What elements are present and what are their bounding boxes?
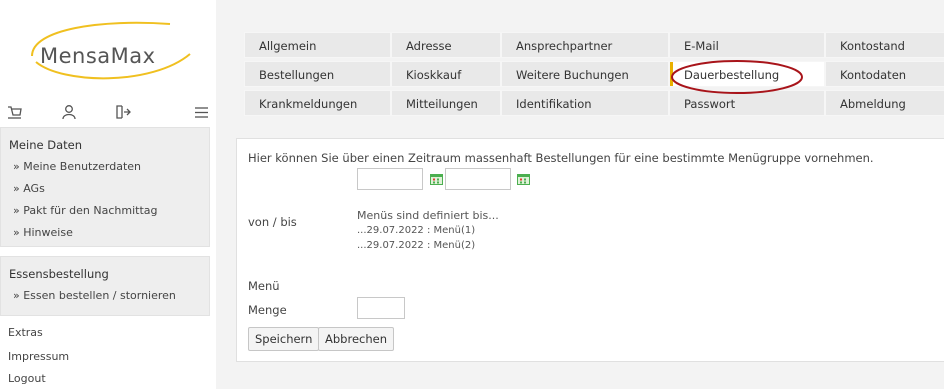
sidebar-item-hinweise[interactable]: » Hinweise bbox=[13, 226, 73, 239]
definition-item: ...29.07.2022 : Menü(1) bbox=[357, 225, 476, 236]
von-bis-label: von / bis bbox=[248, 215, 297, 229]
tab-bestellungen[interactable]: Bestellungen bbox=[244, 61, 391, 87]
panel-title: Essensbestellung bbox=[9, 267, 109, 281]
cart-icon[interactable] bbox=[6, 103, 24, 121]
tab-grid: Allgemein Adresse Ansprechpartner E-Mail… bbox=[244, 32, 944, 118]
tab-kontodaten[interactable]: Kontodaten bbox=[825, 61, 944, 87]
panel-essensbestellung: Essensbestellung » Essen bestellen / sto… bbox=[0, 256, 210, 316]
tab-ansprechpartner[interactable]: Ansprechpartner bbox=[501, 32, 669, 58]
sidebar-item-pakt[interactable]: » Pakt für den Nachmittag bbox=[13, 204, 157, 217]
menu-label: Menü bbox=[248, 279, 280, 293]
form-card: Hier können Sie über einen Zeitraum mass… bbox=[236, 138, 944, 362]
tab-kioskkauf[interactable]: Kioskkauf bbox=[391, 61, 501, 87]
tab-identifikation[interactable]: Identifikation bbox=[501, 90, 669, 116]
definition-title: Menüs sind definiert bis... bbox=[357, 209, 499, 222]
menu-icon[interactable] bbox=[192, 103, 210, 121]
sidebar-link-logout[interactable]: Logout bbox=[8, 372, 46, 385]
tab-krankmeldungen[interactable]: Krankmeldungen bbox=[244, 90, 391, 116]
tab-kontostand[interactable]: Kontostand bbox=[825, 32, 944, 58]
form-intro: Hier können Sie über einen Zeitraum mass… bbox=[248, 151, 874, 165]
brand-name: MensaMax bbox=[40, 44, 156, 68]
tab-adresse[interactable]: Adresse bbox=[391, 32, 501, 58]
definition-item: ...29.07.2022 : Menü(2) bbox=[357, 240, 476, 251]
calendar-icon[interactable] bbox=[517, 173, 530, 185]
sidebar-item-essen-bestellen[interactable]: » Essen bestellen / stornieren bbox=[13, 289, 176, 302]
sidebar-item-benutzerdaten[interactable]: » Meine Benutzerdaten bbox=[13, 160, 141, 173]
user-icon[interactable] bbox=[60, 103, 78, 121]
panel-title: Meine Daten bbox=[9, 138, 82, 152]
logout-icon[interactable] bbox=[114, 103, 132, 121]
menge-input[interactable] bbox=[357, 297, 405, 319]
cancel-button[interactable]: Abbrechen bbox=[318, 327, 394, 351]
main-content: Allgemein Adresse Ansprechpartner E-Mail… bbox=[216, 0, 944, 389]
tab-passwort[interactable]: Passwort bbox=[669, 90, 825, 116]
menge-label: Menge bbox=[248, 303, 287, 317]
sidebar-toolbar bbox=[0, 100, 216, 124]
tab-email[interactable]: E-Mail bbox=[669, 32, 825, 58]
sidebar: MensaMax Meine Daten » Meine Benutzerdat… bbox=[0, 0, 216, 389]
sidebar-link-extras[interactable]: Extras bbox=[8, 326, 43, 339]
sidebar-item-ags[interactable]: » AGs bbox=[13, 182, 45, 195]
tab-allgemein[interactable]: Allgemein bbox=[244, 32, 391, 58]
tab-dauerbestellung[interactable]: Dauerbestellung bbox=[669, 61, 825, 87]
date-to-input[interactable] bbox=[445, 168, 511, 190]
date-from-input[interactable] bbox=[357, 168, 423, 190]
tab-abmeldung[interactable]: Abmeldung bbox=[825, 90, 944, 116]
save-button[interactable]: Speichern bbox=[248, 327, 320, 351]
panel-meine-daten: Meine Daten » Meine Benutzerdaten » AGs … bbox=[0, 127, 210, 247]
calendar-icon[interactable] bbox=[430, 173, 443, 185]
tab-weitere-buchungen[interactable]: Weitere Buchungen bbox=[501, 61, 669, 87]
tab-mitteilungen[interactable]: Mitteilungen bbox=[391, 90, 501, 116]
sidebar-link-impressum[interactable]: Impressum bbox=[8, 350, 69, 363]
